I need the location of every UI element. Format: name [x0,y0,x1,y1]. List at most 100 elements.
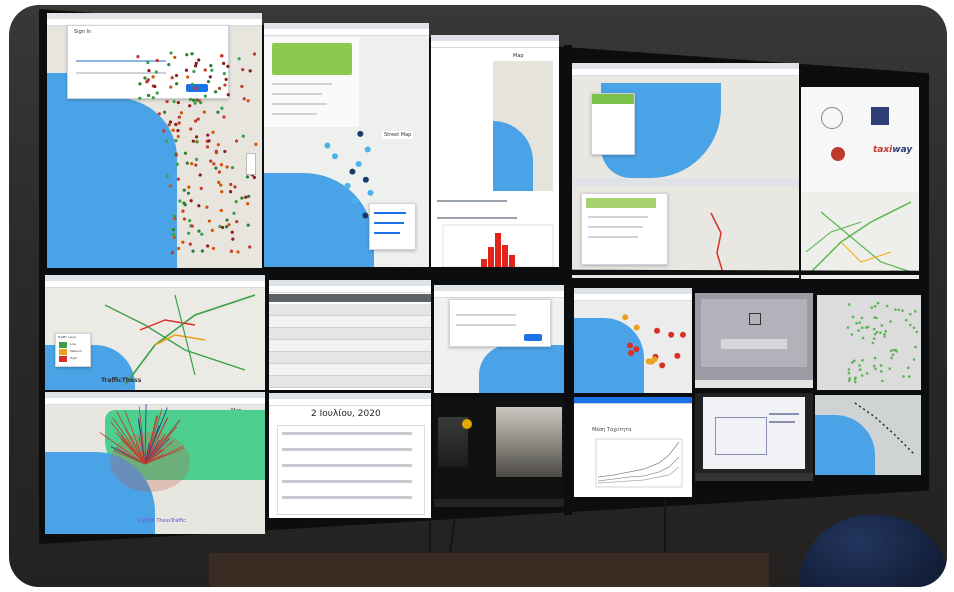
traffic-dot [203,68,207,72]
traffic-dot [185,161,189,165]
university-seal [821,107,843,129]
network-dot [912,326,916,330]
traffic-dot [241,67,245,72]
traffic-dot [200,232,204,236]
network-dot [861,359,864,362]
traffic-dot [234,139,239,143]
list-item[interactable] [269,352,431,364]
traffic-dot [254,142,258,146]
list-item[interactable] [269,304,431,316]
traffic-dot [153,84,157,89]
traffic-dot [246,99,250,103]
traffic-dot [223,83,227,87]
popup-line [374,212,406,214]
traffic-dot [216,143,220,147]
list-item[interactable] [269,328,431,340]
network-dot [914,345,917,349]
incident-markers [622,314,686,369]
traffic-dot [193,101,197,105]
network-dot [889,349,893,353]
incident-marker [633,346,640,353]
traffic-dot [196,117,200,121]
screen-daily-log: 2 Ιουλίου, 2020 [269,393,431,518]
traffic-dot [227,223,231,227]
traffic-dot [172,232,176,237]
traffic-dot [176,134,180,139]
form-field[interactable] [456,314,516,316]
incident-marker [674,352,681,359]
incident-marker [668,331,675,338]
screen-network-right [817,295,921,390]
traffic-dot [154,70,158,74]
network-dot [885,304,889,308]
incident-marker [622,314,629,321]
traffic-dot [177,121,181,125]
traffic-dot [222,115,226,119]
traffic-dot [216,110,220,114]
traffic-dot [151,75,155,79]
histogram-chart [442,224,554,267]
screen-login-map [434,285,566,393]
traffic-dot [240,84,244,89]
network-dot [909,312,912,316]
network-dot [847,379,851,382]
traffic-dot [246,202,250,206]
screen-camera-feed [434,397,566,507]
form-field[interactable] [456,324,516,326]
traffic-dot [234,200,238,204]
list-item[interactable] [269,376,431,388]
traffic-dot [190,82,195,86]
list-item[interactable] [269,316,431,328]
traffic-dot [155,58,159,63]
traffic-dot [220,225,225,230]
sign-in-button[interactable] [524,334,542,341]
traffic-dot [190,224,194,228]
route-line-layer [710,212,724,274]
traffic-dot [199,186,203,190]
incident-marker [654,327,661,334]
traffic-dot [175,162,179,166]
screen-traffic-level-map: Traffic Level Low Medium High TrafficThe… [45,275,265,390]
traffic-dot [229,190,233,194]
traffic-dot [169,85,173,89]
network-dot [854,380,857,384]
traffic-dot [197,58,201,62]
traffic-dot [174,153,178,157]
traffic-dot [226,64,230,68]
traffic-dot [248,69,252,73]
traffic-dot [138,82,142,86]
player-controls[interactable] [434,499,566,507]
network-dot [860,374,864,377]
browser-address-bar [269,399,431,406]
list-item[interactable] [269,340,431,352]
traffic-dot [222,61,226,65]
traffic-dot [210,228,214,232]
traffic-dot [147,69,151,73]
traffic-dot [174,73,179,78]
traffic-dot [246,223,250,227]
network-dot [889,320,892,323]
player-controls[interactable] [695,473,813,481]
table-row [282,432,412,435]
traffic-dot [179,111,184,115]
traffic-dot [197,229,201,233]
traffic-dot [166,174,170,178]
traffic-dot [188,242,192,246]
histogram-bar [481,259,487,267]
player-controls[interactable] [695,380,813,388]
traffic-dot [173,217,177,221]
zoom-controls[interactable] [246,153,256,175]
office-chair [799,515,947,587]
taxi-logo-sub: way [892,145,913,155]
traffic-dot [224,77,228,81]
network-dot [879,370,883,373]
network-dot [860,326,864,330]
traffic-dot [252,52,257,56]
traffic-dot [229,249,234,253]
traffic-dot [219,54,224,58]
traffic-dot [151,96,155,100]
traffic-dot [190,162,194,166]
screen-heat-map: Map ©2020 ThessTraffic [45,392,265,534]
list-item[interactable] [269,364,431,376]
traffic-dot [245,175,250,179]
